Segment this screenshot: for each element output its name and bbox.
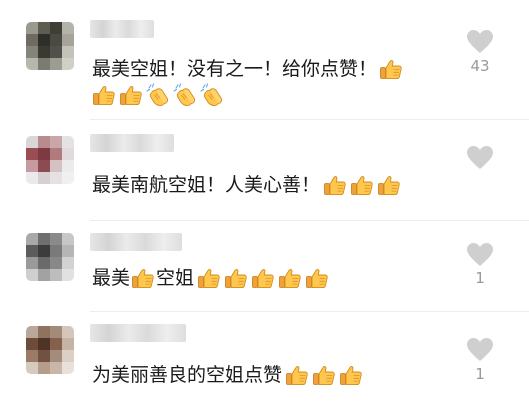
username-blurred[interactable] [90,20,154,38]
comment-body: 最美南航空姐！人美心善！ [92,173,321,196]
like-count: 43 [470,57,490,75]
thumbs-up-emoji [285,363,309,387]
thumbs-up-emoji [323,173,347,197]
emoji-inline-group [194,266,332,288]
thumbs-up-emoji [278,266,302,290]
thumbs-up-emoji [251,266,275,290]
thumbs-up-emoji [197,266,221,290]
emoji-row [92,83,227,111]
comment-text: 最美 空姐 [92,263,332,292]
comment-item: 最美空姐！没有之一！给你点赞！ 43 [0,0,529,118]
emoji-inline-group [282,363,366,385]
heart-icon[interactable] [467,30,493,54]
comment-body-end: 空姐 [156,266,195,289]
username-blurred[interactable] [90,324,186,342]
thumbs-up-emoji [312,363,336,387]
avatar[interactable] [26,22,74,70]
thumbs-up-emoji [224,266,248,290]
clapping-hands-emoji [146,83,170,107]
thumbs-up-emoji [339,363,363,387]
comment-body: 最美空姐！没有之一！给你点赞！ [92,57,378,80]
heart-icon[interactable] [467,243,493,267]
comment-item: 最美 空姐 1 [0,221,529,311]
comment-body: 为美丽善良的空姐点赞 [92,363,283,386]
username-blurred[interactable] [90,134,174,152]
like-count: 1 [475,269,485,287]
username-blurred[interactable] [90,233,182,251]
thumbs-up-emoji [350,173,374,197]
comment-item: 最美南航空姐！人美心善！ [0,120,529,220]
comment-body-start: 最美 [92,266,131,289]
comment-text: 最美空姐！没有之一！给你点赞！ [92,54,406,83]
thumbs-up-emoji [119,83,143,107]
clapping-hands-emoji [200,83,224,107]
avatar[interactable] [26,233,74,281]
like-count: 1 [475,365,485,383]
comment-item: 为美丽善良的空姐点赞 1 [0,312,529,416]
thumbs-up-emoji [377,173,401,197]
emoji-inline-group [320,173,404,195]
comment-text: 最美南航空姐！人美心善！ [92,170,404,199]
thumbs-up-emoji [305,266,329,290]
thumbs-up-emoji [379,57,403,81]
thumbs-up-emoji [92,83,116,107]
avatar[interactable] [26,136,74,184]
heart-icon[interactable] [467,338,493,362]
clapping-hands-emoji [173,83,197,107]
heart-icon[interactable] [467,146,493,170]
comment-text: 为美丽善良的空姐点赞 [92,360,366,389]
avatar[interactable] [26,326,74,374]
thumbs-up-emoji [131,266,155,290]
